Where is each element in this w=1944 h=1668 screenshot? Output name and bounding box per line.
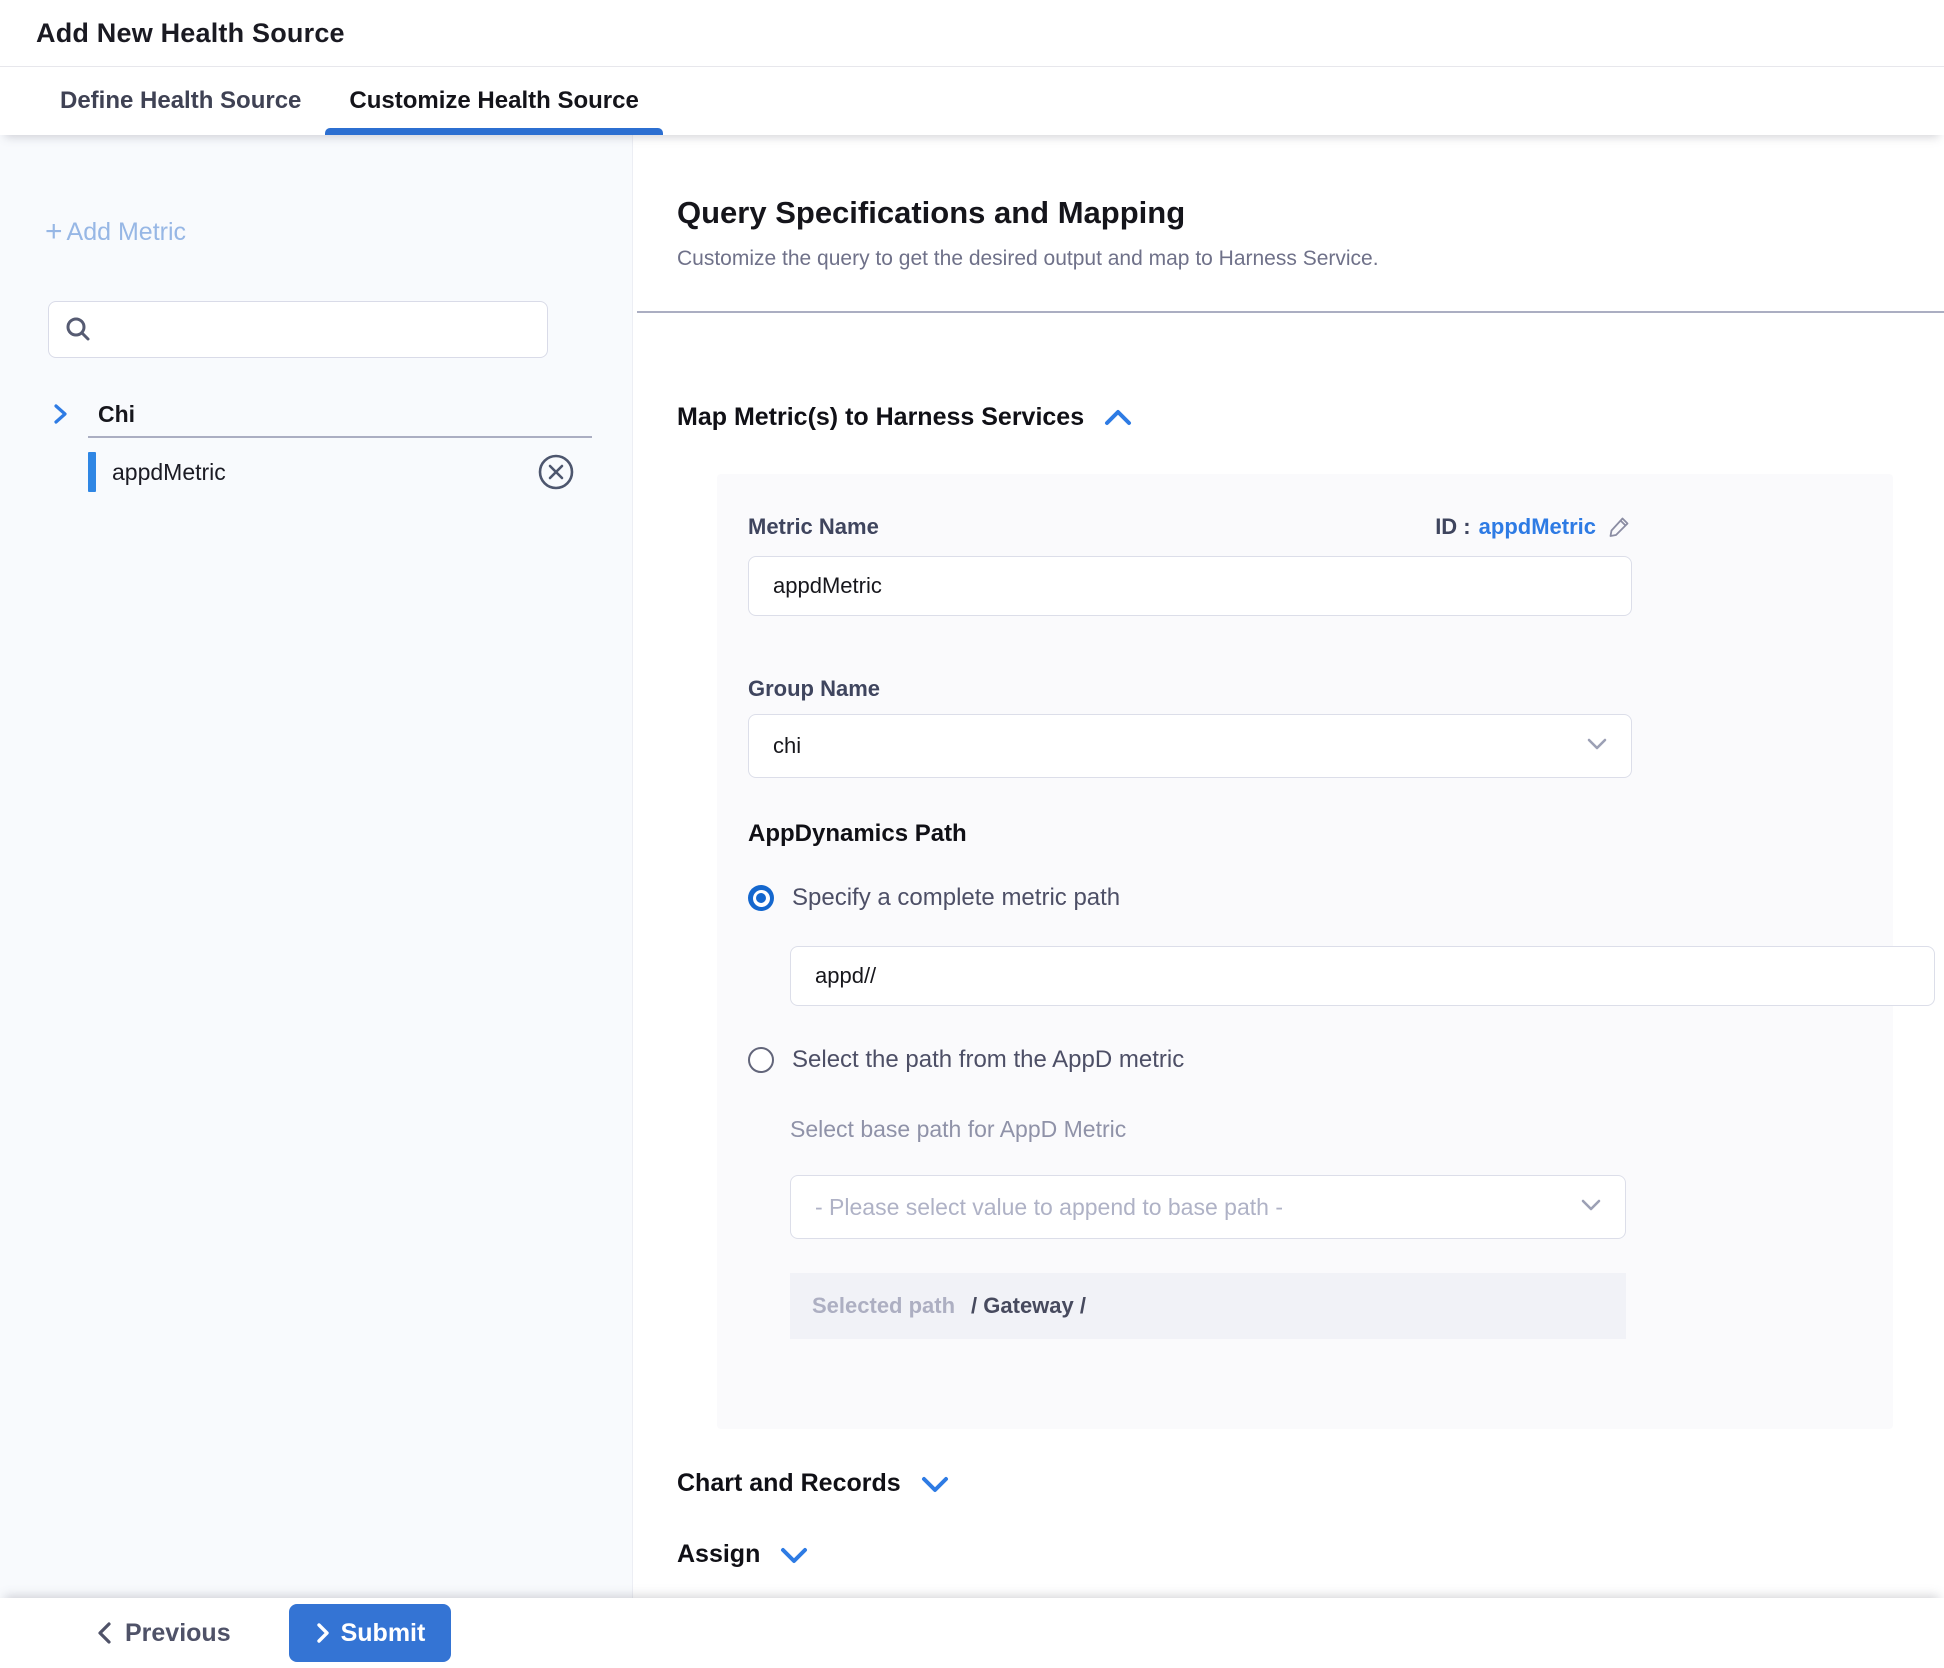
chevron-left-icon: [95, 1620, 113, 1646]
radio-complete-metric-path[interactable]: Specify a complete metric path: [748, 884, 1632, 912]
tab-bar: Define Health Source Customize Health So…: [0, 67, 1944, 135]
metrics-sidebar: + Add Metric Chi appdMetric: [0, 135, 633, 1598]
tab-customize-health-source[interactable]: Customize Health Source: [325, 67, 662, 135]
metric-list-item-selected[interactable]: appdMetric: [0, 448, 632, 496]
dialog-header: Add New Health Source: [0, 0, 1944, 67]
dialog-title: Add New Health Source: [36, 18, 345, 49]
selected-path-label: Selected path: [812, 1293, 955, 1319]
metric-group-row[interactable]: Chi: [0, 392, 632, 436]
query-spec-panel: Query Specifications and Mapping Customi…: [633, 135, 1944, 1598]
radio-select-path[interactable]: Select the path from the AppD metric: [748, 1046, 1632, 1074]
chevron-down-icon[interactable]: [919, 1473, 951, 1495]
metric-item-label: appdMetric: [112, 459, 536, 486]
submit-button[interactable]: Submit: [289, 1604, 452, 1662]
radio-select-path-label: Select the path from the AppD metric: [792, 1046, 1184, 1074]
tab-label: Customize Health Source: [349, 87, 638, 115]
chevron-down-icon: [1579, 1197, 1603, 1218]
edit-icon[interactable]: [1606, 514, 1632, 540]
assign-title: Assign: [677, 1540, 760, 1569]
active-tab-indicator: [325, 128, 662, 135]
complete-metric-path-input[interactable]: [790, 946, 1935, 1006]
radio-checked-icon[interactable]: [748, 885, 774, 911]
group-name-label: Group Name: [748, 676, 1632, 702]
previous-button[interactable]: Previous: [95, 1619, 231, 1648]
base-path-placeholder: - Please select value to append to base …: [815, 1194, 1283, 1221]
previous-button-label: Previous: [125, 1619, 231, 1648]
map-metrics-section-title: Map Metric(s) to Harness Services: [677, 403, 1084, 432]
selected-indicator-bar: [88, 452, 96, 492]
chevron-up-icon[interactable]: [1102, 407, 1134, 429]
search-input[interactable]: [48, 301, 548, 358]
metric-id-value: appdMetric: [1479, 514, 1596, 540]
add-metric-label: Add Metric: [67, 218, 186, 247]
metric-search: [48, 301, 548, 358]
section-divider: [637, 311, 1944, 313]
base-path-label: Select base path for AppD Metric: [790, 1116, 1893, 1143]
appdynamics-path-title: AppDynamics Path: [748, 820, 1632, 848]
map-metrics-section-header[interactable]: Map Metric(s) to Harness Services: [677, 403, 1944, 432]
chevron-right-icon: [315, 1621, 331, 1645]
page-title: Query Specifications and Mapping: [677, 195, 1944, 231]
metric-id: ID : appdMetric: [1435, 514, 1632, 540]
radio-complete-metric-path-label: Specify a complete metric path: [792, 884, 1120, 912]
tree-divider: [88, 436, 592, 438]
chevron-down-icon: [1585, 736, 1609, 757]
remove-metric-icon[interactable]: [536, 452, 576, 492]
group-name-select[interactable]: chi: [748, 714, 1632, 778]
metric-name-input[interactable]: [748, 556, 1632, 616]
metric-id-prefix: ID :: [1435, 514, 1470, 540]
group-name-value: chi: [773, 733, 801, 759]
metric-name-label: Metric Name: [748, 514, 879, 540]
add-metric-button[interactable]: + Add Metric: [45, 217, 632, 247]
chart-and-records-title: Chart and Records: [677, 1469, 901, 1498]
chevron-right-icon[interactable]: [52, 403, 70, 425]
chart-and-records-section-header[interactable]: Chart and Records: [677, 1469, 1944, 1498]
selected-path-bar: Selected path / Gateway /: [790, 1273, 1626, 1339]
tab-define-health-source[interactable]: Define Health Source: [36, 67, 325, 135]
chevron-down-icon[interactable]: [778, 1544, 810, 1566]
submit-button-label: Submit: [341, 1619, 426, 1648]
assign-section-header[interactable]: Assign: [677, 1540, 1944, 1569]
radio-unchecked-icon[interactable]: [748, 1047, 774, 1073]
page-subtitle: Customize the query to get the desired o…: [677, 247, 1944, 271]
plus-icon: +: [45, 217, 63, 247]
base-path-select[interactable]: - Please select value to append to base …: [790, 1175, 1626, 1239]
selected-path-value: / Gateway /: [971, 1293, 1086, 1319]
search-icon: [64, 315, 92, 348]
map-metrics-form: Metric Name ID : appdMetric Group Name: [717, 474, 1893, 1429]
dialog-footer: Previous Submit: [0, 1598, 1944, 1668]
dialog-body: + Add Metric Chi appdMetric: [0, 135, 1944, 1598]
add-health-source-dialog: Add New Health Source Define Health Sour…: [0, 0, 1944, 1668]
metric-group-label: Chi: [98, 401, 135, 428]
tab-label: Define Health Source: [60, 87, 301, 115]
